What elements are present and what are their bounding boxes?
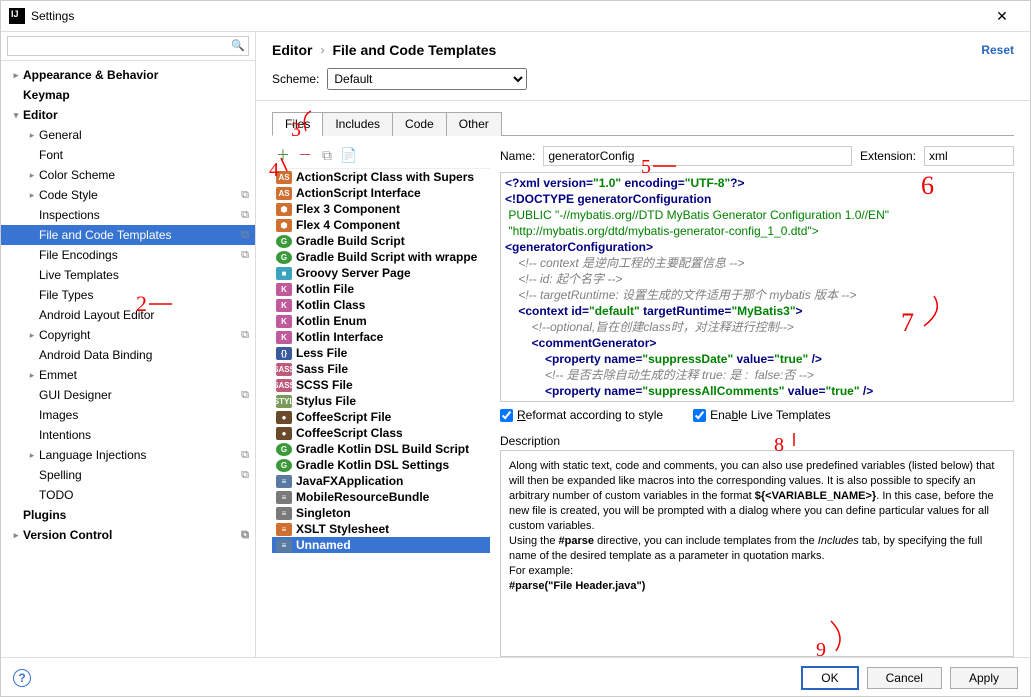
reset-link[interactable]: Reset [981, 43, 1014, 57]
template-item[interactable]: ⬢Flex 4 Component [272, 217, 490, 233]
tree-item[interactable]: ▸Code Style⧉ [1, 185, 255, 205]
dialog-footer: ? OK Cancel Apply [1, 657, 1030, 697]
template-item[interactable]: GGradle Kotlin DSL Settings [272, 457, 490, 473]
template-item[interactable]: ≡XSLT Stylesheet [272, 521, 490, 537]
tree-item[interactable]: Live Templates [1, 265, 255, 285]
template-item[interactable]: ■Groovy Server Page [272, 265, 490, 281]
template-item[interactable]: ≡MobileResourceBundle [272, 489, 490, 505]
tree-item[interactable]: Spelling⧉ [1, 465, 255, 485]
search-box: 🔍 [1, 32, 255, 60]
template-item[interactable]: GGradle Build Script [272, 233, 490, 249]
tree-item[interactable]: ▸Copyright⧉ [1, 325, 255, 345]
window-title: Settings [31, 9, 74, 23]
tree-item[interactable]: File Encodings⧉ [1, 245, 255, 265]
copy-icon[interactable]: ⧉ [320, 148, 334, 162]
tree-item[interactable]: ▸Color Scheme [1, 165, 255, 185]
description-box: Along with static text, code and comment… [500, 450, 1014, 657]
template-item[interactable]: KKotlin File [272, 281, 490, 297]
code-editor[interactable]: <?xml version="1.0" encoding="UTF-8"?> <… [500, 172, 1014, 402]
template-item[interactable]: GGradle Kotlin DSL Build Script [272, 441, 490, 457]
breadcrumb-parent: Editor [272, 42, 312, 58]
settings-sidebar: 🔍 ▸Appearance & BehaviorKeymap▾Editor▸Ge… [1, 32, 256, 657]
remove-icon[interactable]: － [298, 148, 312, 162]
description-label: Description [500, 428, 1014, 450]
template-item[interactable]: KKotlin Interface [272, 329, 490, 345]
search-icon: 🔍 [231, 39, 245, 52]
template-item[interactable]: ≡Unnamed [272, 537, 490, 553]
name-input[interactable] [543, 146, 852, 166]
tree-item[interactable]: Intentions [1, 425, 255, 445]
scheme-label: Scheme: [272, 72, 319, 86]
title-bar: Settings ✕ [1, 1, 1030, 31]
tree-item[interactable]: Keymap [1, 85, 255, 105]
tree-item[interactable]: Plugins [1, 505, 255, 525]
extension-label: Extension: [860, 149, 916, 163]
tree-item[interactable]: File Types [1, 285, 255, 305]
template-item[interactable]: ⬢Flex 3 Component [272, 201, 490, 217]
template-item[interactable]: KKotlin Enum [272, 313, 490, 329]
template-item[interactable]: ≡Singleton [272, 505, 490, 521]
name-label: Name: [500, 149, 535, 163]
tree-item[interactable]: File and Code Templates⧉ [1, 225, 255, 245]
add-icon[interactable]: ＋ [276, 148, 290, 162]
tree-item[interactable]: Images [1, 405, 255, 425]
settings-tree[interactable]: ▸Appearance & BehaviorKeymap▾Editor▸Gene… [1, 61, 255, 657]
apply-button[interactable]: Apply [950, 667, 1018, 689]
enable-live-templates-checkbox[interactable]: Enable Live Templates [693, 408, 831, 422]
breadcrumb-child: File and Code Templates [332, 42, 496, 58]
template-item[interactable]: ASActionScript Interface [272, 185, 490, 201]
cancel-button[interactable]: Cancel [867, 667, 942, 689]
template-item[interactable]: KKotlin Class [272, 297, 490, 313]
template-item[interactable]: GGradle Build Script with wrappe [272, 249, 490, 265]
paste-icon[interactable]: 📄 [342, 148, 356, 162]
close-icon[interactable]: ✕ [982, 2, 1022, 30]
template-item[interactable]: ●CoffeeScript Class [272, 425, 490, 441]
template-item[interactable]: ≡JavaFXApplication [272, 473, 490, 489]
tree-item[interactable]: Android Layout Editor [1, 305, 255, 325]
tab-files[interactable]: Files [272, 112, 323, 136]
template-tabs: FilesIncludesCodeOther [272, 111, 1014, 136]
tree-item[interactable]: Android Data Binding [1, 345, 255, 365]
tree-item[interactable]: ▸Emmet [1, 365, 255, 385]
extension-input[interactable] [924, 146, 1014, 166]
app-icon [9, 8, 25, 24]
chevron-right-icon: › [320, 43, 324, 57]
tree-item[interactable]: ▾Editor [1, 105, 255, 125]
tree-item[interactable]: Inspections⧉ [1, 205, 255, 225]
tree-item[interactable]: ▸Appearance & Behavior [1, 65, 255, 85]
tree-item[interactable]: Font [1, 145, 255, 165]
template-item[interactable]: SASSSCSS File [272, 377, 490, 393]
template-list[interactable]: ASActionScript Class with SupersASAction… [272, 168, 490, 657]
scheme-select[interactable]: Default [327, 68, 527, 90]
tree-item[interactable]: TODO [1, 485, 255, 505]
breadcrumb: Editor › File and Code Templates Reset [256, 32, 1030, 68]
tree-item[interactable]: GUI Designer⧉ [1, 385, 255, 405]
search-input[interactable] [7, 36, 249, 56]
template-toolbar: ＋ － ⧉ 📄 [272, 146, 490, 168]
tab-other[interactable]: Other [446, 112, 502, 136]
tree-item[interactable]: ▸Version Control⧉ [1, 525, 255, 545]
tab-code[interactable]: Code [392, 112, 447, 136]
tree-item[interactable]: ▸General [1, 125, 255, 145]
ok-button[interactable]: OK [801, 666, 858, 690]
template-item[interactable]: {}Less File [272, 345, 490, 361]
tree-item[interactable]: ▸Language Injections⧉ [1, 445, 255, 465]
template-item[interactable]: SASSSass File [272, 361, 490, 377]
template-item[interactable]: STYLStylus File [272, 393, 490, 409]
reformat-checkbox[interactable]: RReformat according to styleeformat acco… [500, 408, 663, 422]
help-icon[interactable]: ? [13, 669, 31, 687]
template-item[interactable]: ASActionScript Class with Supers [272, 169, 490, 185]
template-item[interactable]: ●CoffeeScript File [272, 409, 490, 425]
tab-includes[interactable]: Includes [322, 112, 393, 136]
